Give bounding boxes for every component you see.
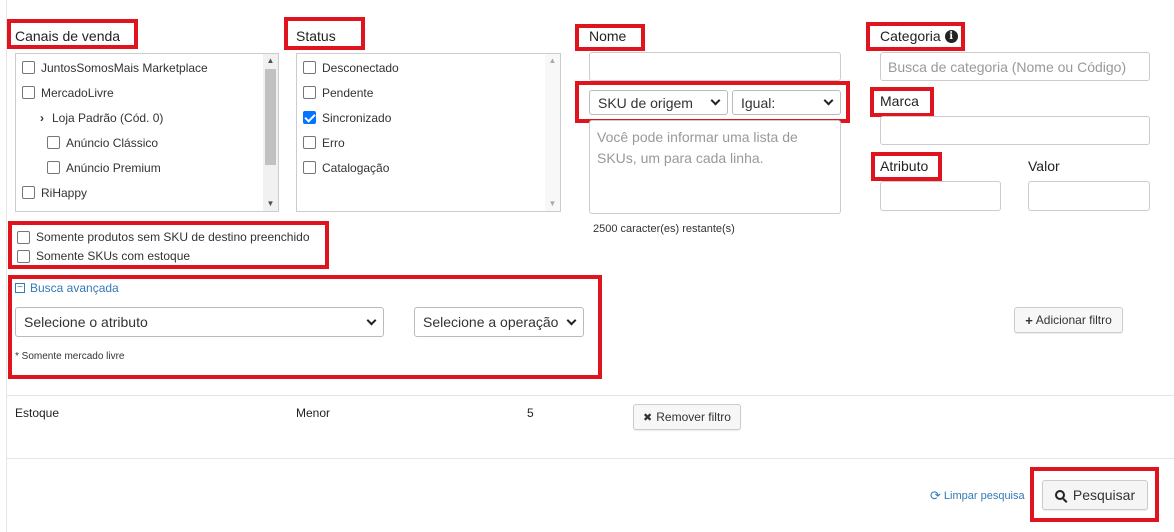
checkbox[interactable] (22, 86, 35, 99)
status-item[interactable]: Erro (303, 130, 345, 155)
status-item[interactable]: Pendente (303, 80, 373, 105)
divider (7, 458, 1174, 459)
checkbox[interactable] (303, 61, 316, 74)
chevron-down-icon (366, 315, 377, 325)
checkbox[interactable] (17, 249, 30, 263)
close-icon: ✖ (643, 411, 653, 424)
channel-item[interactable]: RiHappy (22, 180, 87, 205)
value-input[interactable] (1028, 181, 1150, 211)
divider (7, 395, 1174, 396)
advanced-note: * Somente mercado livre (15, 351, 125, 362)
status-item[interactable]: Sincronizado (303, 105, 391, 130)
value-label: Valor (1028, 158, 1060, 174)
char-count: 2500 caracter(es) restante(s) (593, 223, 735, 235)
status-scrollbar[interactable]: ▲ ▼ (545, 54, 560, 211)
page-left-border (6, 0, 7, 532)
brand-input[interactable] (880, 116, 1150, 145)
checkbox[interactable] (303, 161, 316, 174)
checkbox[interactable] (303, 86, 316, 99)
scroll-up-icon[interactable]: ▲ (545, 54, 560, 68)
filter-operator: Menor (296, 406, 331, 420)
channels-list[interactable]: JuntosSomosMais Marketplace MercadoLivre… (15, 53, 279, 212)
search-button[interactable]: Pesquisar (1042, 480, 1148, 510)
scroll-down-icon[interactable]: ▼ (545, 197, 560, 211)
channel-item-partial (22, 205, 41, 212)
sku-type-select[interactable]: SKU de origem (589, 90, 728, 115)
remove-filter-button[interactable]: ✖ Remover filtro (633, 404, 741, 430)
checkbox[interactable] (22, 186, 35, 199)
channels-label: Canais de venda (15, 28, 121, 44)
filter-field: Estoque (15, 406, 60, 420)
scroll-up-icon[interactable]: ▲ (263, 54, 278, 68)
channels-scrollbar[interactable]: ▲ ▼ (263, 54, 278, 211)
name-input[interactable] (589, 52, 841, 81)
advanced-search-toggle[interactable]: − Busca avançada (15, 278, 119, 298)
checkbox[interactable] (47, 161, 60, 174)
info-icon: i (944, 29, 958, 43)
checkbox[interactable] (303, 136, 316, 149)
status-label: Status (296, 28, 336, 44)
sku-compare-select[interactable]: Igual: (732, 90, 841, 115)
brand-label: Marca (880, 93, 919, 109)
advanced-attribute-select[interactable]: Selecione o atributo (15, 307, 384, 337)
attribute-label: Atributo (880, 158, 929, 174)
channel-item[interactable]: Anúncio Clássico (47, 130, 158, 155)
channel-item[interactable]: › Loja Padrão (Cód. 0) (40, 105, 163, 130)
sku-list-textarea[interactable]: Você pode informar uma lista de SKUs, um… (589, 120, 841, 214)
chevron-down-icon (710, 95, 721, 106)
scroll-down-icon[interactable]: ▼ (263, 197, 278, 211)
name-label: Nome (589, 28, 627, 44)
checkbox[interactable] (22, 61, 35, 74)
chevron-down-icon (566, 315, 577, 325)
channel-item[interactable]: Anúncio Premium (47, 155, 161, 180)
category-label: Categoria i (880, 28, 958, 44)
status-list[interactable]: Desconectado Pendente Sincronizado Erro … (296, 53, 561, 212)
checkbox-checked[interactable] (303, 111, 316, 124)
category-search-input[interactable]: Busca de categoria (Nome ou Código) (880, 52, 1150, 81)
option-with-stock[interactable]: Somente SKUs com estoque (17, 246, 190, 266)
status-item[interactable]: Catalogação (303, 155, 389, 180)
option-no-dest-sku[interactable]: Somente produtos sem SKU de destino pree… (17, 227, 310, 247)
attribute-input[interactable] (880, 181, 1001, 211)
status-item[interactable]: Desconectado (303, 55, 399, 80)
collapse-icon[interactable]: − (15, 283, 25, 293)
filter-value: 5 (527, 406, 534, 420)
add-filter-button[interactable]: + Adicionar filtro (1014, 307, 1123, 333)
channel-item[interactable]: MercadoLivre (22, 80, 114, 105)
plus-icon: + (1025, 312, 1033, 328)
checkbox[interactable] (47, 136, 60, 149)
chevron-down-icon (823, 95, 834, 106)
checkbox (22, 211, 35, 212)
checkbox[interactable] (17, 230, 30, 244)
search-icon (1054, 490, 1068, 503)
scroll-thumb[interactable] (265, 69, 276, 165)
advanced-operation-select[interactable]: Selecione a operação (414, 307, 584, 337)
refresh-icon[interactable]: ⟳ (930, 488, 941, 504)
clear-search-link[interactable]: ⟳ Limpar pesquisa (930, 486, 1030, 506)
chevron-right-icon[interactable]: › (40, 111, 44, 125)
channel-item[interactable]: JuntosSomosMais Marketplace (22, 55, 208, 80)
